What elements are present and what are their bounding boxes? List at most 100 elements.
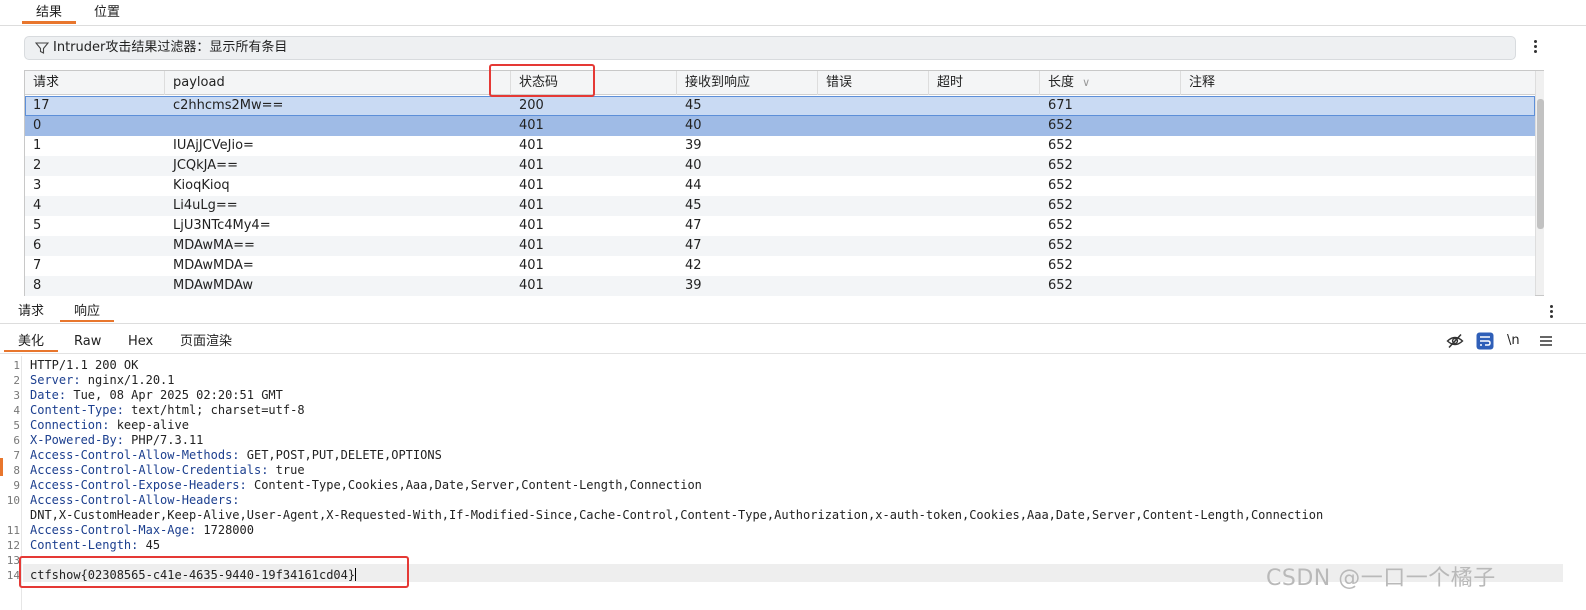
hide-nonprintable-icon[interactable] (1446, 332, 1464, 350)
tab-render[interactable]: 页面渲染 (176, 332, 236, 352)
column-header-timeout[interactable]: 超时 (929, 71, 1040, 95)
table-scrollbar-thumb[interactable] (1537, 99, 1544, 229)
table-scrollbar[interactable] (1535, 71, 1544, 295)
word-wrap-icon[interactable] (1476, 332, 1494, 350)
cell-timeout (929, 256, 937, 276)
cell-payload: MDAwMA== (173, 238, 255, 253)
filter-icon (35, 42, 49, 54)
cell-payload: KioqKioq (173, 178, 230, 193)
table-row[interactable]: 4 Li4uLg== 401 45 652 (25, 196, 1535, 216)
column-header-request[interactable]: 请求 (25, 71, 165, 95)
cell-response-received: 47 (685, 238, 702, 253)
table-row[interactable]: 5 LjU3NTc4My4= 401 47 652 (25, 216, 1535, 236)
top-tab-bar: 结果 位置 (0, 0, 1586, 26)
tab-results[interactable]: 结果 (22, 2, 77, 24)
response-header-line: Content-Length: 45 (30, 538, 161, 552)
cell-timeout (929, 116, 937, 136)
cell-comment (1181, 236, 1189, 256)
show-newlines-toggle[interactable]: \n (1507, 333, 1520, 349)
cell-comment (1181, 156, 1189, 176)
cell-response-received: 45 (685, 98, 702, 113)
results-menu-icon[interactable] (1527, 38, 1543, 56)
cell-error (818, 116, 826, 136)
flag-highlight-box (19, 556, 409, 588)
table-row[interactable]: 17 c2hhcms2Mw== 200 45 671 (25, 96, 1535, 116)
line-number: 4 (13, 404, 20, 417)
cell-response-received: 40 (685, 118, 702, 133)
cell-request: 7 (33, 258, 42, 273)
cell-error (818, 176, 826, 196)
cell-status-code: 401 (519, 198, 544, 213)
cell-response-received: 45 (685, 198, 702, 213)
column-header-comment[interactable]: 注释 (1181, 71, 1535, 95)
response-header-line: Access-Control-Max-Age: 1728000 (30, 523, 254, 537)
tab-raw[interactable]: Raw (70, 332, 105, 352)
cell-comment (1181, 216, 1189, 236)
cell-payload: JCQkJA== (173, 158, 238, 173)
results-filter-bar[interactable]: Intruder攻击结果过滤器：显示所有条目 (24, 36, 1516, 60)
column-header-error[interactable]: 错误 (818, 71, 929, 95)
table-row[interactable]: 6 MDAwMA== 401 47 652 (25, 236, 1535, 256)
cell-timeout (929, 216, 937, 236)
filter-text: Intruder攻击结果过滤器：显示所有条目 (53, 40, 288, 55)
column-header-length-label: 长度 (1048, 75, 1075, 90)
cell-status-code: 401 (519, 218, 544, 233)
cell-request: 6 (33, 238, 42, 253)
sort-descending-icon: ∨ (1082, 76, 1091, 89)
cell-error (818, 216, 826, 236)
cell-status-code: 401 (519, 238, 544, 253)
cell-timeout (929, 236, 937, 256)
response-header-line: Access-Control-Allow-Credentials: true (30, 463, 305, 477)
table-row[interactable]: 2 JCQkJA== 401 40 652 (25, 156, 1535, 176)
response-header-line: Access-Control-Allow-Methods: GET,POST,P… (30, 448, 442, 462)
tab-response[interactable]: 响应 (60, 302, 115, 322)
cell-payload: LjU3NTc4My4= (173, 218, 271, 233)
hamburger-menu-icon[interactable] (1537, 332, 1555, 350)
cell-payload: IUAjJCVeJio= (173, 138, 254, 153)
cell-length: 652 (1048, 278, 1073, 293)
cell-payload: MDAwMDAw (173, 278, 253, 293)
line-number: 5 (13, 419, 20, 432)
cell-request: 3 (33, 178, 42, 193)
cell-comment (1181, 176, 1189, 196)
column-header-payload[interactable]: payload (165, 71, 511, 95)
cell-request: 17 (33, 98, 50, 113)
cell-status-code: 401 (519, 118, 544, 133)
cell-length: 652 (1048, 178, 1073, 193)
line-number: 2 (13, 374, 20, 387)
table-header: 请求 payload 状态码 接收到响应 错误 超时 长度 ∨ 注释 (25, 71, 1535, 95)
cell-response-received: 47 (685, 218, 702, 233)
csdn-watermark: CSDN @一口一个橘子 (1266, 566, 1496, 591)
response-status-line: HTTP/1.1 200 OK (30, 358, 139, 372)
tab-positions[interactable]: 位置 (80, 2, 134, 24)
table-row[interactable]: 8 MDAwMDAw 401 39 652 (25, 276, 1535, 296)
table-row[interactable]: 0 401 40 652 (25, 116, 1535, 136)
response-header-line: Date: Tue, 08 Apr 2025 02:20:51 GMT (30, 388, 283, 402)
line-number: 11 (6, 524, 20, 537)
line-number: 14 (6, 569, 20, 582)
table-row[interactable]: 1 IUAjJCVeJio= 401 39 652 (25, 136, 1535, 156)
cell-status-code: 401 (519, 138, 544, 153)
tab-hex[interactable]: Hex (124, 332, 157, 352)
cell-timeout (929, 176, 937, 196)
cell-timeout (929, 156, 937, 176)
line-number: 13 (6, 554, 20, 567)
cell-status-code: 401 (519, 158, 544, 173)
cell-error (818, 196, 826, 216)
tab-pretty[interactable]: 美化 (4, 332, 59, 352)
cell-length: 671 (1048, 98, 1073, 113)
cell-payload: Li4uLg== (173, 198, 238, 213)
table-row[interactable]: 3 KioqKioq 401 44 652 (25, 176, 1535, 196)
cell-error (818, 96, 826, 116)
line-number: 9 (13, 479, 20, 492)
column-header-response-received[interactable]: 接收到响应 (677, 71, 818, 95)
line-number: 8 (13, 464, 20, 477)
cell-status-code: 401 (519, 178, 544, 193)
table-row[interactable]: 7 MDAwMDA= 401 42 652 (25, 256, 1535, 276)
response-header-line: Access-Control-Expose-Headers: Content-T… (30, 478, 702, 492)
view-tab-bar: 美化 Raw Hex 页面渲染 (0, 330, 1586, 354)
tab-request[interactable]: 请求 (14, 302, 48, 322)
message-menu-icon[interactable] (1543, 303, 1559, 321)
column-header-length[interactable]: 长度 ∨ (1040, 71, 1181, 95)
cell-comment (1181, 136, 1189, 156)
